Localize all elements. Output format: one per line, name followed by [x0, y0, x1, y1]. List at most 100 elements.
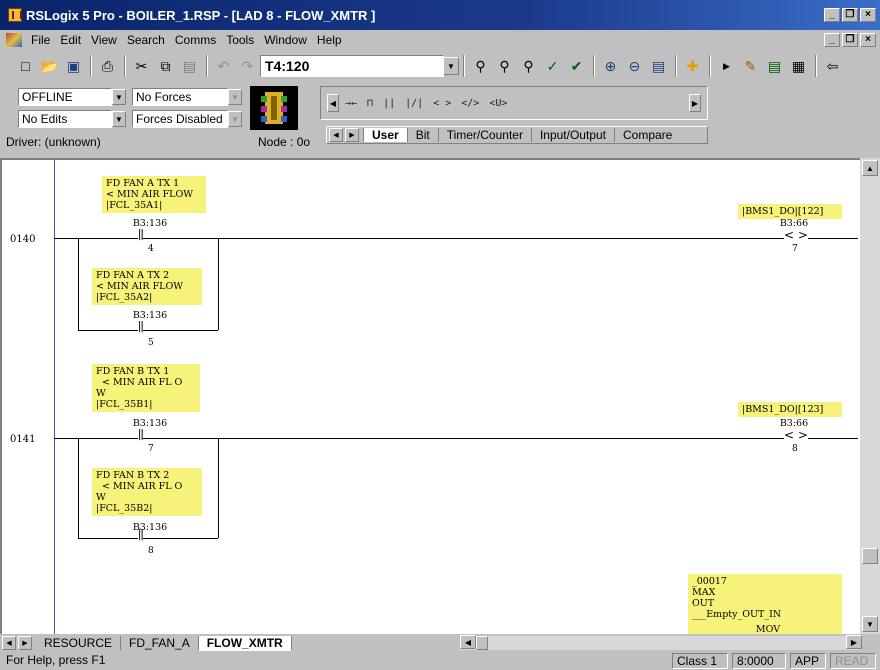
otu-instruction-icon[interactable]: <U>	[489, 98, 507, 109]
new-file-icon[interactable]: □	[14, 55, 37, 77]
branch-instruction-icon[interactable]: ⊓	[367, 98, 373, 109]
doc-minimize-button[interactable]: _	[824, 33, 840, 47]
menu-view[interactable]: View	[86, 33, 122, 47]
restore-button[interactable]: ❒	[842, 8, 858, 22]
document-window-icon[interactable]	[6, 33, 22, 47]
properties-icon[interactable]: ▦	[787, 55, 810, 77]
bit-number: 7	[792, 244, 798, 254]
file-tab-resource[interactable]: RESOURCE	[36, 636, 122, 650]
menu-file[interactable]: File	[26, 33, 55, 47]
forces-enabled-combo[interactable]: Forces Disabled	[132, 110, 228, 128]
xic-contact[interactable]: ∣∣	[138, 529, 144, 541]
mov-instruction-label[interactable]: MOV	[738, 624, 798, 634]
processor-status-icon[interactable]	[250, 86, 298, 130]
instruction-address[interactable]: B3:136	[120, 310, 180, 321]
doc-close-button[interactable]: ×	[860, 33, 876, 47]
print-icon[interactable]: ⎙	[96, 55, 119, 77]
edits-combo[interactable]: No Edits	[18, 110, 112, 128]
edits-dropdown-icon[interactable]: ▼	[112, 111, 126, 127]
file-tab-flow-xmtr[interactable]: FLOW_XMTR	[198, 635, 292, 651]
address-dropdown-button[interactable]: ▼	[443, 57, 459, 75]
scroll-up-icon[interactable]: ▲	[862, 160, 878, 176]
save-icon[interactable]: ▣	[62, 55, 85, 77]
menu-tools[interactable]: Tools	[221, 33, 259, 47]
file-tab-next-icon[interactable]: ▶	[18, 636, 32, 650]
palette-right-icon[interactable]: ▶	[689, 94, 701, 112]
forces-enabled-dropdown-icon[interactable]: ▼	[228, 111, 242, 127]
scroll-down-icon[interactable]: ▼	[862, 616, 878, 632]
find-next-icon[interactable]: ⚲	[493, 55, 516, 77]
verify-icon[interactable]: ✓	[541, 55, 564, 77]
close-button[interactable]: ×	[860, 8, 876, 22]
ladder-editor[interactable]: 0140 FD FAN A TX 1 < MIN AIR FLOW |FCL_3…	[0, 158, 860, 634]
menu-search[interactable]: Search	[122, 33, 170, 47]
menu-help[interactable]: Help	[312, 33, 347, 47]
instruction-address[interactable]: B3:136	[120, 418, 180, 429]
rung-wire	[54, 238, 858, 239]
tab-compare[interactable]: Compare	[614, 128, 680, 142]
bit-number: 8	[792, 444, 798, 454]
menu-edit[interactable]: Edit	[55, 33, 86, 47]
branch-wire	[218, 438, 219, 538]
scroll-thumb-horizontal[interactable]	[476, 636, 488, 650]
ote-coil[interactable]: < >	[784, 229, 808, 241]
tab-prev-icon[interactable]: ◀	[329, 128, 343, 142]
forces-combo[interactable]: No Forces	[132, 88, 228, 106]
mode-dropdown-icon[interactable]: ▼	[112, 89, 126, 105]
vertical-scrollbar[interactable]: ▲ ▼	[860, 158, 880, 634]
minimize-button[interactable]: _	[824, 8, 840, 22]
title-bar[interactable]: RSLogix 5 Pro - BOILER_1.RSP - [LAD 8 - …	[0, 0, 880, 30]
rslogix-app-icon[interactable]	[8, 8, 22, 22]
tab-bit[interactable]: Bit	[406, 128, 438, 142]
ote-coil[interactable]: < >	[784, 429, 808, 441]
tab-user[interactable]: User	[363, 128, 407, 142]
horizontal-scrollbar[interactable]: ◀ ▶	[460, 635, 862, 650]
xic-contact[interactable]: ∣∣	[138, 429, 144, 441]
zoom-in-icon[interactable]: ⊕	[599, 55, 622, 77]
rslogix-window: RSLogix 5 Pro - BOILER_1.RSP - [LAD 8 - …	[0, 0, 880, 670]
run-icon[interactable]: ▶	[715, 55, 738, 77]
scroll-left-icon[interactable]: ◀	[460, 635, 476, 649]
menu-window[interactable]: Window	[259, 33, 312, 47]
doc-restore-button[interactable]: ❒	[842, 33, 858, 47]
open-folder-icon[interactable]: 📂	[38, 55, 61, 77]
xio-instruction-icon[interactable]: ∣/∣	[405, 98, 423, 109]
file-tab-fd-fan-a[interactable]: FD_FAN_A	[121, 636, 199, 650]
redo-icon[interactable]: ↷	[236, 55, 259, 77]
verify-all-icon[interactable]: ✔	[565, 55, 588, 77]
instruction-address[interactable]: B3:136	[120, 218, 180, 229]
otl-instruction-icon[interactable]: <∕>	[461, 98, 479, 109]
xic-instruction-icon[interactable]: ∣∣	[383, 98, 395, 109]
palette-left-icon[interactable]: ◀	[327, 94, 339, 112]
replace-icon[interactable]: ⚲	[517, 55, 540, 77]
tab-timer-counter[interactable]: Timer/Counter	[437, 128, 531, 142]
ote-instruction-icon[interactable]: < >	[433, 98, 451, 109]
zoom-out-icon[interactable]: ⊖	[623, 55, 646, 77]
rung-number[interactable]: 0141	[10, 434, 35, 445]
xic-contact[interactable]: ∣∣	[138, 321, 144, 333]
tab-next-icon[interactable]: ▶	[345, 128, 359, 142]
menu-comms[interactable]: Comms	[170, 33, 221, 47]
back-icon[interactable]: ⇦	[821, 55, 844, 77]
instruction-address[interactable]: B3:136	[120, 522, 180, 533]
scroll-right-icon[interactable]: ▶	[846, 635, 862, 649]
file-tab-prev-icon[interactable]: ◀	[2, 636, 16, 650]
scroll-thumb[interactable]	[862, 548, 878, 564]
address-input[interactable]: T4:120	[260, 55, 444, 77]
edit-icon[interactable]: ✎	[739, 55, 762, 77]
rung-number[interactable]: 0140	[10, 234, 35, 245]
chart-icon[interactable]: ▤	[763, 55, 786, 77]
mode-combo[interactable]: OFFLINE	[18, 88, 112, 106]
rung-instruction-icon[interactable]: →←	[345, 98, 357, 109]
tab-input-output[interactable]: Input/Output	[530, 128, 614, 142]
xic-contact[interactable]: ∣∣	[138, 229, 144, 241]
undo-icon[interactable]: ↶	[212, 55, 235, 77]
find-icon[interactable]: ⚲	[469, 55, 492, 77]
forces-dropdown-icon[interactable]: ▼	[228, 89, 242, 105]
paste-icon[interactable]: ▤	[178, 55, 201, 77]
cut-icon[interactable]: ✂	[130, 55, 153, 77]
copy-icon[interactable]: ⧉	[154, 55, 177, 77]
help-hint: For Help, press F1	[6, 653, 106, 667]
add-icon[interactable]: ✚	[681, 55, 704, 77]
window-icon[interactable]: ▤	[647, 55, 670, 77]
